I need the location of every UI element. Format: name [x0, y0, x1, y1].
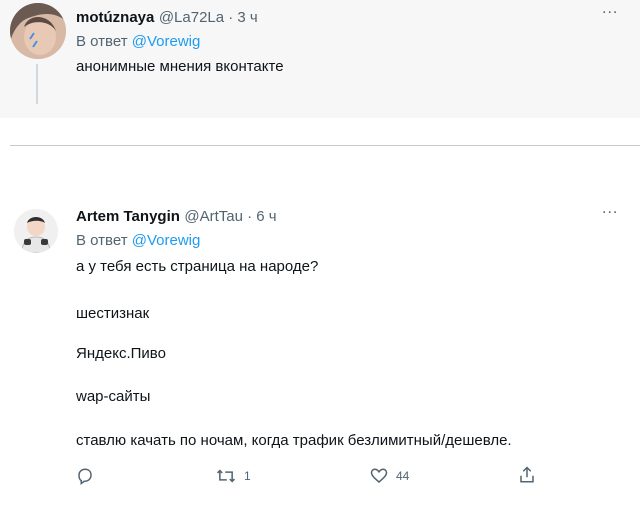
tweet2-reply-context: В ответ @Vorewig: [76, 232, 200, 250]
tweet2-line-4: wap-сайты: [76, 388, 151, 405]
tweet1-more-icon[interactable]: ...: [602, 0, 618, 18]
retweet-button[interactable]: 1: [216, 467, 251, 485]
share-button[interactable]: [518, 465, 536, 485]
share-icon: [518, 465, 536, 485]
tweet1-author-name[interactable]: motúznaya: [76, 9, 154, 26]
tweet2-reply-prefix: В ответ: [76, 232, 128, 249]
reply-icon: [76, 467, 94, 485]
thread-divider: [10, 145, 640, 146]
tweet1-handle-time[interactable]: @La72La · 3 ч: [159, 9, 258, 26]
tweet1-reply-prefix: В ответ: [76, 33, 128, 50]
tweet2-more-icon[interactable]: ...: [602, 200, 618, 218]
thread-connector-line: [36, 64, 38, 104]
tweet1-reply-mention[interactable]: @Vorewig: [132, 33, 201, 50]
tweet1-text: анонимные мнения вконтакте: [76, 58, 284, 75]
like-count: 44: [396, 469, 410, 483]
tweet1-header: motúznaya @La72La · 3 ч: [76, 8, 258, 27]
tweet2-line-2: шестизнак: [76, 305, 150, 322]
tweet2-reply-mention[interactable]: @Vorewig: [132, 232, 201, 249]
like-button[interactable]: 44: [370, 467, 409, 485]
tweet2-line-5: ставлю качать по ночам, когда трафик без…: [76, 432, 512, 449]
tweet2-line-1: а у тебя есть страница на народе?: [76, 258, 319, 275]
retweet-count: 1: [244, 469, 251, 483]
tweet2-header: Artem Tanygin @ArtTau · 6 ч: [76, 207, 277, 226]
like-icon: [370, 467, 388, 485]
avatar-artem-tanygin[interactable]: [14, 209, 58, 253]
tweet2-line-3: Яндекс.Пиво: [76, 345, 166, 362]
reply-button[interactable]: [76, 467, 102, 485]
avatar-motuznaya[interactable]: [10, 3, 66, 59]
tweet2-author-name[interactable]: Artem Tanygin: [76, 208, 180, 225]
tweet2-handle-time[interactable]: @ArtTau · 6 ч: [184, 208, 276, 225]
tweet1-reply-context: В ответ @Vorewig: [76, 33, 200, 51]
retweet-icon: [216, 467, 236, 485]
